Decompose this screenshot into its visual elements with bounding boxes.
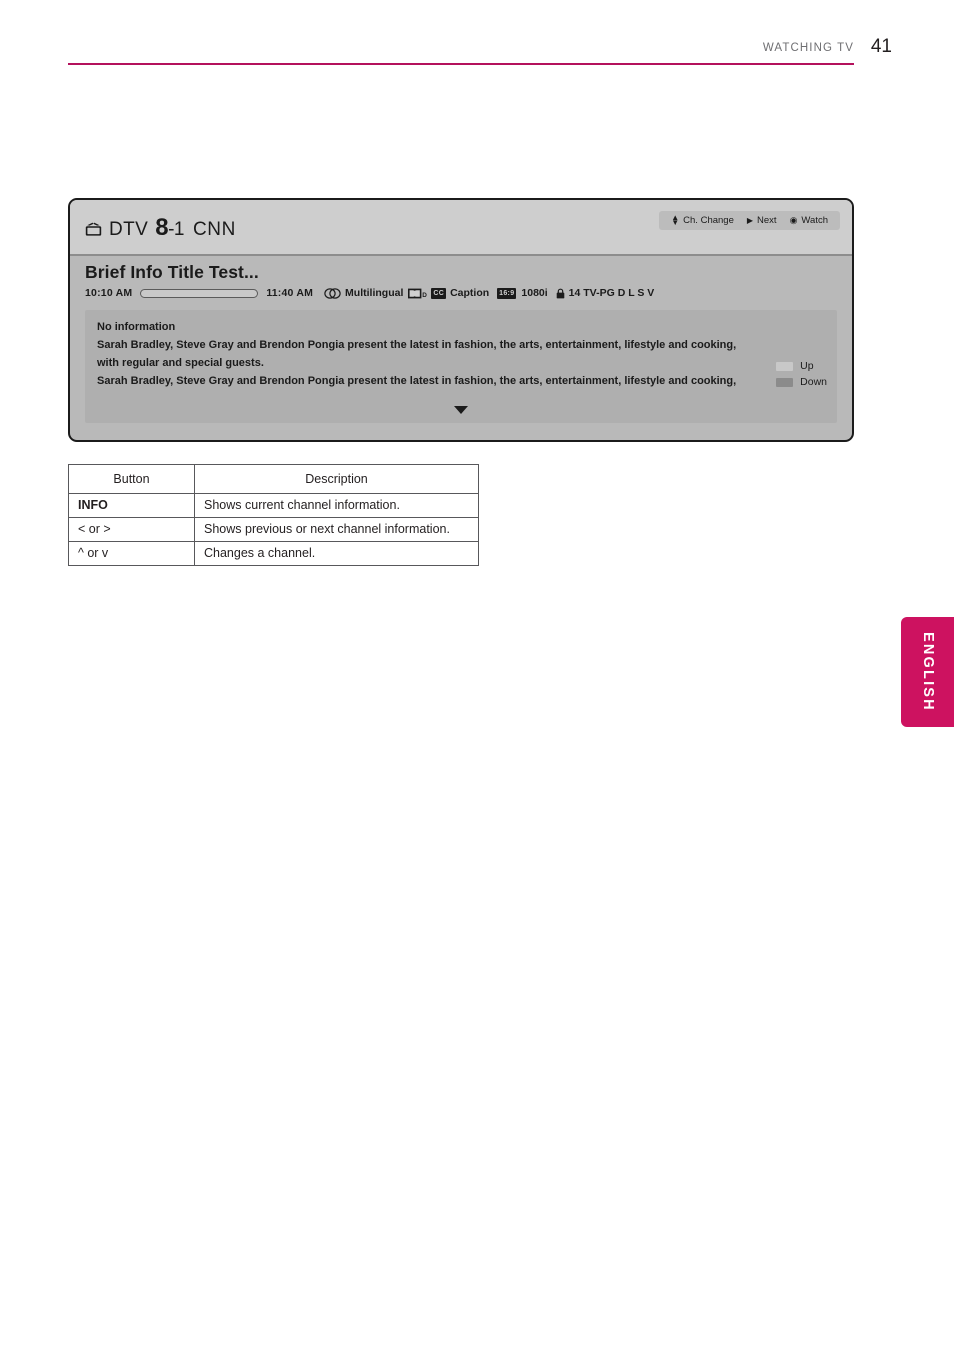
description-line: Sarah Bradley, Steve Gray and Brendon Po… — [97, 375, 737, 387]
channel-name: CNN — [192, 219, 236, 240]
nav-hint-ch-change-label: Ch. Change — [683, 215, 734, 226]
nav-hint-ch-change[interactable]: ▲ ▼ Ch. Change — [671, 212, 734, 227]
page-header: WATCHING TV 41 — [0, 0, 954, 70]
channel-source-label: DTV — [109, 219, 149, 240]
scroll-up-chip-icon — [776, 361, 794, 371]
chevron-down-icon[interactable] — [454, 406, 468, 414]
scroll-down-label: Down — [800, 376, 827, 388]
stereo-audio-icon — [324, 287, 341, 299]
record-dot-icon: ◉ — [789, 215, 798, 225]
tv-info-osd-panel: DTV 8-1 CNN ▲ ▼ Ch. Change ▶ Next ◉ Watch… — [68, 198, 854, 442]
content-rating-label: 14 TV-PG D L S V — [568, 287, 655, 299]
dolby-digital-icon: D — [408, 288, 428, 299]
scroll-up-label: Up — [800, 360, 814, 372]
table-row: < or > Shows previous or next channel in… — [68, 517, 479, 542]
program-description-text: No information Sarah Bradley, Steve Gray… — [97, 318, 797, 390]
description-line: Sarah Bradley, Steve Gray and Brendon Po… — [97, 339, 737, 351]
row-key-left-right: < or > — [68, 517, 195, 542]
closed-caption-info: CC Caption — [431, 287, 489, 299]
program-progress-bar — [140, 288, 259, 298]
scroll-down-chip-icon — [776, 377, 794, 387]
scroll-legend: Up Down — [776, 358, 827, 390]
nav-hint-watch[interactable]: ◉ Watch — [790, 215, 828, 226]
row-desc-info: Shows current channel information. — [194, 493, 479, 518]
column-header-button: Button — [68, 464, 195, 494]
nav-hint-watch-label: Watch — [801, 215, 828, 226]
program-end-time: 11:40 AM — [266, 287, 314, 299]
description-line: No information — [97, 321, 176, 333]
program-start-time: 10:10 AM — [85, 287, 133, 299]
program-description-box: No information Sarah Bradley, Steve Gray… — [85, 310, 837, 423]
program-meta-row: 10:10 AM 11:40 AM Multilingual D CC Capt… — [85, 287, 837, 299]
scroll-legend-up[interactable]: Up — [776, 358, 827, 374]
svg-text:D: D — [423, 292, 428, 299]
row-desc-left-right: Shows previous or next channel informati… — [194, 517, 479, 542]
osd-title-bar: DTV 8-1 CNN ▲ ▼ Ch. Change ▶ Next ◉ Watch — [70, 200, 852, 256]
scroll-legend-down[interactable]: Down — [776, 374, 827, 390]
column-header-description: Description — [194, 464, 479, 494]
table-header-row: Button Description — [68, 464, 479, 494]
button-description-table: Button Description INFO Shows current ch… — [68, 464, 479, 566]
lock-icon — [556, 288, 565, 299]
language-side-tab: ENGLISH — [901, 617, 954, 727]
channel-identity: DTV 8-1 CNN — [85, 214, 236, 242]
table-row: ^ or v Changes a channel. — [68, 541, 479, 566]
audio-language-info: Multilingual — [324, 287, 403, 299]
running-head-section: WATCHING TV — [762, 42, 854, 54]
osd-nav-hints: ▲ ▼ Ch. Change ▶ Next ◉ Watch — [659, 211, 840, 230]
aspect-ratio-badge: 16:9 — [497, 287, 517, 299]
audio-language-label: Multilingual — [345, 287, 404, 299]
nav-hint-next-label: Next — [757, 215, 777, 226]
row-key-up-down: ^ or v — [68, 541, 195, 566]
cc-badge-icon: CC — [431, 287, 447, 299]
table-row: INFO Shows current channel information. — [68, 493, 479, 518]
row-key-info: INFO — [68, 493, 195, 518]
up-down-arrows-icon: ▲ ▼ — [671, 212, 680, 227]
program-summary: Brief Info Title Test... 10:10 AM 11:40 … — [70, 256, 852, 299]
header-divider-rule — [68, 63, 854, 65]
row-desc-up-down: Changes a channel. — [194, 541, 479, 566]
nav-hint-next[interactable]: ▶ Next — [747, 215, 777, 226]
resolution-label: 1080i — [521, 287, 548, 299]
program-title: Brief Info Title Test... — [85, 262, 259, 282]
channel-number: 8-1 — [155, 214, 184, 241]
page-number: 41 — [870, 36, 892, 57]
description-line: with regular and special guests. — [97, 357, 264, 369]
tv-icon — [85, 222, 102, 237]
language-side-tab-label: ENGLISH — [920, 632, 936, 712]
play-triangle-icon: ▶ — [746, 216, 754, 225]
caption-label: Caption — [450, 287, 490, 299]
